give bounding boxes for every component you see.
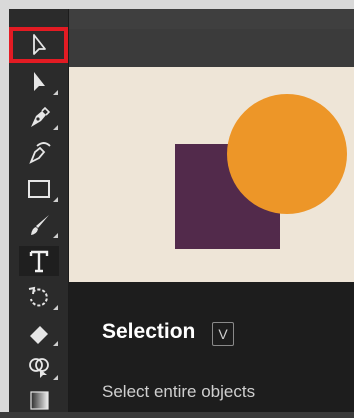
orange-circle-shape[interactable] [227, 94, 347, 214]
rotate-tool-button[interactable] [9, 279, 68, 315]
rectangle-icon [27, 180, 50, 198]
paintbrush-tool-button[interactable] [9, 207, 68, 243]
gradient-tool-button[interactable] [9, 382, 68, 418]
direct-selection-arrow-icon [33, 72, 45, 91]
artboard-canvas[interactable] [69, 67, 354, 282]
shape-builder-tool-button[interactable] [9, 349, 68, 385]
curvature-pen-icon [28, 142, 51, 164]
shortcut-key-badge: V [212, 322, 234, 346]
pen-icon [30, 106, 50, 127]
shape-builder-icon [28, 358, 49, 378]
tooltip-title: Selection [102, 320, 196, 343]
selection-arrow-icon [32, 34, 46, 55]
tool-tooltip-panel: Selection V Select entire objects [69, 282, 354, 412]
app-window: Selection V Select entire objects [0, 0, 354, 412]
tools-panel [9, 9, 69, 412]
direct-selection-tool-button[interactable] [9, 64, 68, 100]
top-bar [69, 9, 354, 68]
rotate-icon [28, 286, 48, 307]
type-tool-button[interactable] [9, 243, 68, 279]
paintbrush-icon [30, 215, 49, 235]
eraser-icon [29, 326, 48, 344]
type-icon [29, 250, 48, 273]
eraser-tool-button[interactable] [9, 315, 68, 351]
selection-tool-button[interactable] [9, 27, 68, 63]
pen-tool-button[interactable] [9, 99, 68, 135]
rectangle-tool-button[interactable] [9, 171, 68, 207]
tooltip-description: Select entire objects [102, 382, 256, 401]
gradient-icon [29, 391, 49, 410]
curvature-tool-button[interactable] [9, 134, 68, 170]
